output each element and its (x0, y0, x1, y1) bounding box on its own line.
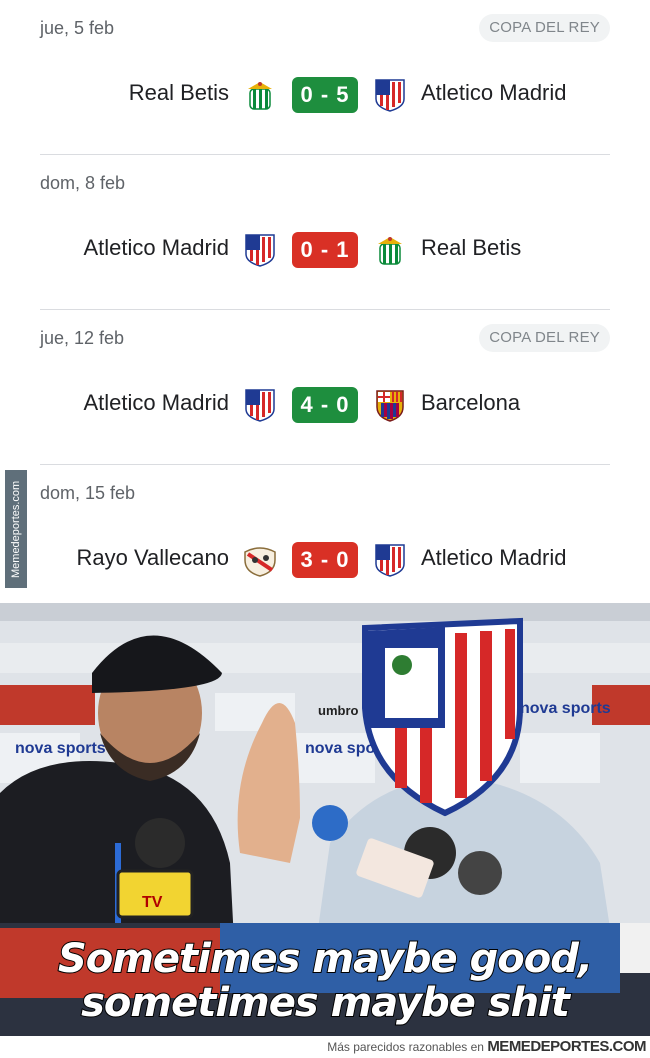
score-badge: 0 - 1 (292, 232, 358, 268)
home-team-name: Atletico Madrid (83, 390, 229, 415)
match-row[interactable]: dom, 15 feb Rayo Vallecano 3 - 0 Atletic… (40, 465, 610, 603)
match-date: dom, 15 feb (40, 483, 136, 503)
footer-bar: Más parecidos razonables en MEMEDEPORTES… (0, 1036, 650, 1058)
atletico-madrid-crest-icon (375, 544, 405, 577)
match-date: jue, 5 feb (40, 18, 115, 38)
score-badge: 3 - 0 (292, 542, 358, 578)
caption-line: sometimes maybe shit (80, 980, 571, 1026)
score-badge: 0 - 5 (292, 77, 358, 113)
footer-text: Más parecidos razonables en MEMEDEPORTES… (327, 1038, 646, 1055)
match-row[interactable]: jue, 12 feb COPA DEL REY Atletico Madrid… (40, 310, 610, 465)
away-team-name: Real Betis (421, 235, 522, 260)
backdrop-text: nova sports (520, 700, 611, 717)
backdrop-text: umbro (318, 703, 359, 718)
away-team-name: Atletico Madrid (421, 80, 567, 105)
atletico-madrid-crest-icon (245, 389, 275, 422)
match-date: dom, 8 feb (40, 173, 126, 193)
away-team-name: Barcelona (421, 390, 521, 415)
away-team-name: Atletico Madrid (421, 545, 567, 570)
score-badge: 4 - 0 (292, 387, 358, 423)
rayo-vallecano-crest-icon (244, 547, 276, 577)
real-betis-crest-icon (378, 237, 402, 265)
competition-badge: COPA DEL REY (479, 324, 610, 352)
home-team-name: Atletico Madrid (83, 235, 229, 260)
footer-brand-link[interactable]: MEMEDEPORTES.COM (487, 1038, 646, 1055)
atletico-madrid-crest-icon (245, 234, 275, 267)
match-date: jue, 12 feb (40, 328, 125, 348)
match-results-list: jue, 5 feb COPA DEL REY Real Betis 0 - 5… (0, 0, 650, 603)
footer-prefix: Más parecidos razonables en (327, 1040, 484, 1054)
backdrop-text: nova sports (15, 740, 106, 757)
competition-badge: COPA DEL REY (479, 14, 610, 42)
match-row[interactable]: dom, 8 feb Atletico Madrid 0 - 1 Real Be… (40, 155, 610, 310)
mic-label: TV (142, 894, 163, 911)
side-watermark: Memedeportes.com (5, 470, 27, 588)
barcelona-crest-icon (376, 390, 404, 422)
atletico-madrid-crest-icon (375, 79, 405, 112)
match-row[interactable]: jue, 5 feb COPA DEL REY Real Betis 0 - 5… (40, 0, 610, 155)
home-team-name: Rayo Vallecano (76, 545, 229, 570)
real-betis-crest-icon (248, 82, 272, 110)
meme-caption: Sometimes maybe good, sometimes maybe sh… (0, 936, 650, 1026)
home-team-name: Real Betis (128, 80, 229, 105)
caption-line: Sometimes maybe good, (57, 936, 594, 982)
